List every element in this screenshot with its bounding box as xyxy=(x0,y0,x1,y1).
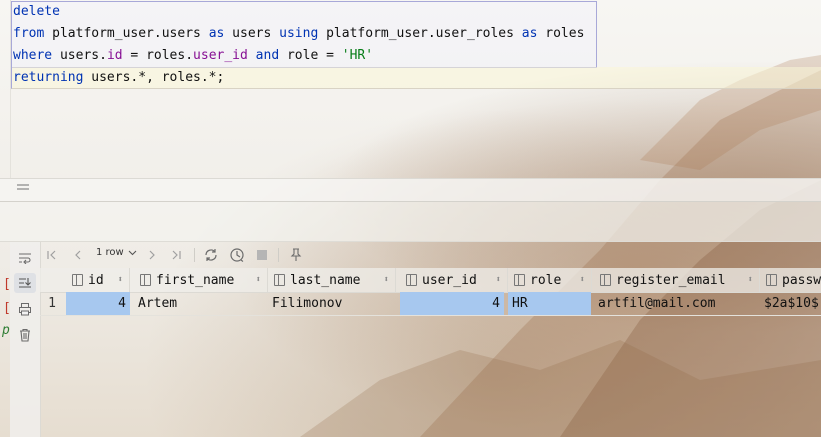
panel-spacer xyxy=(0,202,821,241)
toolbar-separator xyxy=(278,248,279,262)
table-row[interactable]: 1 4 Artem Filimonov 4 HR artfil@mail.com… xyxy=(40,292,821,316)
last-page-icon[interactable] xyxy=(168,246,184,264)
column-header-label: register_email xyxy=(616,272,726,288)
left-edge-mark: [ xyxy=(3,301,11,316)
prev-page-icon[interactable] xyxy=(70,246,86,264)
code-line-4[interactable]: returning users.*, roles.*; xyxy=(13,67,224,89)
grid-header: id ⬍ first_name ⬍ last_name ⬍ user_id ⬍ … xyxy=(40,268,821,293)
column-icon xyxy=(140,274,151,286)
rows-selector[interactable]: 1 row xyxy=(96,247,137,258)
sort-icon[interactable]: ⬍ xyxy=(748,275,753,285)
import-icon[interactable] xyxy=(14,273,36,293)
history-icon[interactable] xyxy=(228,246,246,264)
column-header-label: role xyxy=(530,272,562,288)
code-token: roles xyxy=(537,26,585,41)
table-cell[interactable]: 4 xyxy=(400,292,504,315)
table-cell[interactable]: HR xyxy=(508,292,591,315)
code-token: 'HR' xyxy=(341,48,374,63)
column-icon xyxy=(274,274,285,286)
code-token: as xyxy=(521,26,538,41)
column-header[interactable]: role ⬍ xyxy=(508,268,592,292)
sql-editor[interactable]: delete from platform_user.users as users… xyxy=(0,0,821,178)
code-token: delete xyxy=(13,4,60,19)
code-line-1[interactable]: delete xyxy=(13,1,60,23)
table-cell[interactable]: Artem xyxy=(134,292,268,315)
column-icon xyxy=(766,274,777,286)
column-icon xyxy=(72,274,83,286)
column-header[interactable]: first_name ⬍ xyxy=(134,268,268,292)
column-header[interactable]: register_email ⬍ xyxy=(594,268,760,292)
code-token: and xyxy=(255,48,280,63)
code-token: role = xyxy=(279,48,342,63)
editor-status-strip xyxy=(0,179,821,201)
left-edge-mark: [ xyxy=(3,277,11,292)
code-token: = roles. xyxy=(122,48,194,63)
first-page-icon[interactable] xyxy=(44,246,60,264)
sort-icon[interactable]: ⬍ xyxy=(256,275,261,285)
trash-icon[interactable] xyxy=(14,325,36,345)
column-header-label: user_id xyxy=(422,272,477,288)
column-header[interactable]: passw xyxy=(760,268,821,292)
pin-icon[interactable] xyxy=(288,246,304,264)
table-cell[interactable]: Filimonov xyxy=(268,292,396,315)
left-edge-mark: p xyxy=(2,323,10,338)
toolbar-separator xyxy=(194,248,195,262)
row-number[interactable]: 1 xyxy=(40,292,64,315)
column-header-label: first_name xyxy=(156,272,235,288)
column-header-label: id xyxy=(88,272,104,288)
table-cell[interactable]: $2a$10$ xyxy=(760,292,821,315)
column-header-label: passw xyxy=(782,272,821,288)
code-line-3[interactable]: where users.id = roles.user_id and role … xyxy=(13,45,373,67)
code-token: from xyxy=(13,26,45,41)
sort-icon[interactable]: ⬍ xyxy=(496,275,501,285)
code-token: users. xyxy=(52,48,107,63)
code-token: user_id xyxy=(193,48,248,63)
code-token: id xyxy=(106,48,123,63)
stop-icon[interactable] xyxy=(254,246,270,264)
results-toolbar: 1 row xyxy=(40,242,821,268)
code-token: where xyxy=(13,48,53,63)
chevron-down-icon xyxy=(128,250,137,255)
sort-icon[interactable]: ⬍ xyxy=(384,275,389,285)
rows-label: 1 row xyxy=(96,247,124,258)
column-icon xyxy=(406,274,417,286)
code-token: returning xyxy=(13,70,84,85)
results-side-toolbar xyxy=(10,242,41,437)
table-cell[interactable]: 4 xyxy=(66,292,130,315)
column-header[interactable]: user_id ⬍ xyxy=(400,268,508,292)
wrap-icon[interactable] xyxy=(14,248,36,268)
code-token: as xyxy=(208,26,225,41)
code-token: using xyxy=(279,26,319,41)
code-token: users.*, roles.*; xyxy=(83,70,225,85)
code-token: platform_user.users xyxy=(44,26,209,41)
column-icon xyxy=(514,274,525,286)
column-header[interactable]: last_name ⬍ xyxy=(268,268,396,292)
column-icon xyxy=(600,274,611,286)
refresh-icon[interactable] xyxy=(202,246,220,264)
print-icon[interactable] xyxy=(14,299,36,319)
sort-icon[interactable]: ⬍ xyxy=(580,275,585,285)
menu-lines-icon[interactable] xyxy=(16,182,30,198)
next-page-icon[interactable] xyxy=(144,246,160,264)
sort-icon[interactable]: ⬍ xyxy=(118,275,123,285)
code-line-2[interactable]: from platform_user.users as users using … xyxy=(13,23,584,45)
results-grid: id ⬍ first_name ⬍ last_name ⬍ user_id ⬍ … xyxy=(40,268,821,437)
code-token: users xyxy=(224,26,280,41)
table-cell[interactable]: artfil@mail.com xyxy=(594,292,760,315)
code-token: platform_user.user_roles xyxy=(318,26,522,41)
column-header[interactable]: id ⬍ xyxy=(66,268,130,292)
column-header-label: last_name xyxy=(290,272,361,288)
